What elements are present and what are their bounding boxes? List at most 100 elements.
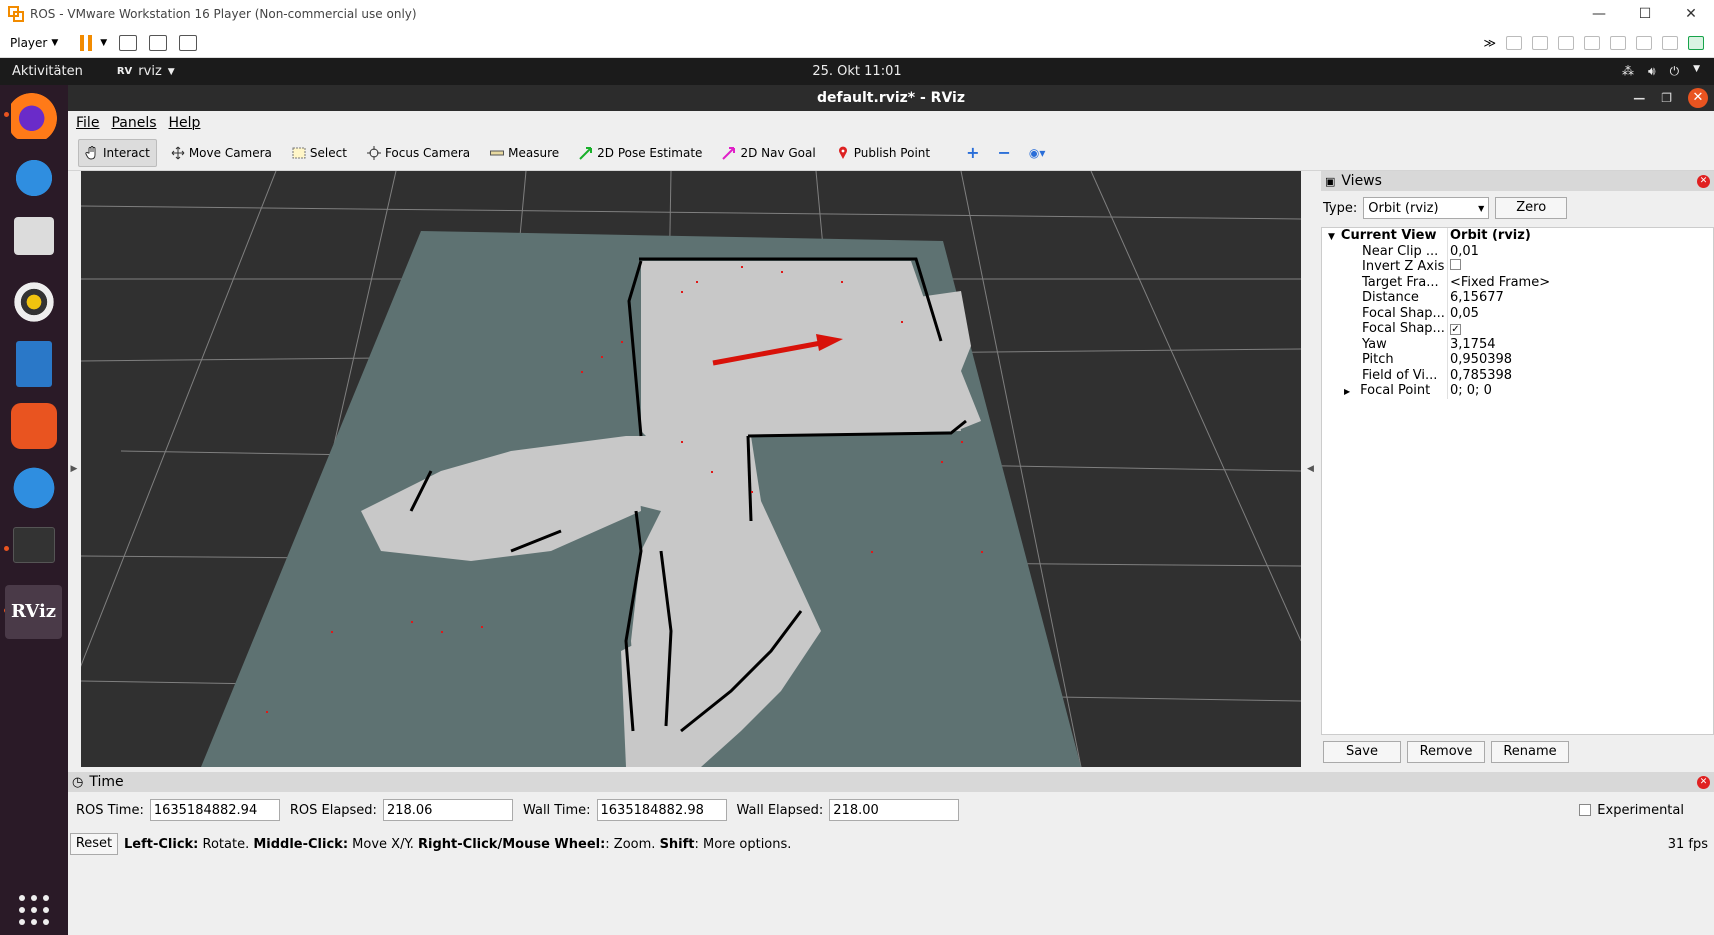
property-row[interactable]: Invert Z Axis (1322, 259, 1713, 275)
rviz-window: default.rviz* - RViz — ❐ ✕ File Panels H… (68, 85, 1714, 935)
wall-time-field[interactable] (596, 799, 727, 821)
show-applications-icon[interactable] (19, 895, 49, 925)
3d-scene[interactable] (81, 171, 1301, 767)
chevron-down-icon[interactable]: ▼ (1693, 64, 1700, 79)
menu-help[interactable]: Help (169, 115, 201, 131)
property-row[interactable]: Near Clip ... 0,01 (1322, 243, 1713, 259)
save-button[interactable]: Save (1323, 741, 1401, 763)
collapse-icon[interactable]: ▼ (1328, 232, 1335, 242)
render-viewport[interactable] (81, 171, 1301, 767)
power-icon[interactable]: ⏻ (1670, 64, 1680, 79)
target-frame-value[interactable]: <Fixed Frame> (1447, 274, 1550, 290)
activities-button[interactable]: Aktivitäten (12, 64, 83, 79)
right-dock-handle[interactable]: ◀ (1302, 171, 1319, 767)
focal-shape-size-value[interactable]: 0,05 (1447, 305, 1479, 321)
files-icon[interactable] (14, 217, 54, 255)
experimental-checkbox[interactable] (1579, 804, 1592, 816)
close-button[interactable]: ✕ (1668, 6, 1714, 22)
focus-camera-tool[interactable]: Focus Camera (361, 139, 476, 167)
send-ctrl-alt-del-icon[interactable] (119, 34, 138, 51)
menu-panels[interactable]: Panels (111, 115, 156, 131)
display-icon[interactable] (1662, 35, 1678, 50)
volume-icon[interactable]: 🔊︎ (1648, 64, 1656, 79)
invert-z-checkbox[interactable] (1450, 259, 1461, 270)
menu-file[interactable]: File (76, 115, 99, 131)
tool-properties-icon[interactable]: ◉▾ (1029, 146, 1046, 160)
focus-camera-icon (366, 145, 381, 160)
remove-tool-icon[interactable]: − (998, 143, 1011, 162)
property-row[interactable]: Focal Shap... 0,05 (1322, 305, 1713, 321)
reset-button[interactable]: Reset (70, 833, 118, 855)
close-icon[interactable]: ✕ (1697, 174, 1710, 188)
firefox-icon[interactable] (11, 93, 57, 139)
sound-icon[interactable] (1636, 35, 1652, 50)
unity-icon[interactable] (179, 34, 198, 51)
cd-icon[interactable] (1532, 35, 1548, 50)
nav-goal-tool[interactable]: 2D Nav Goal (716, 139, 821, 167)
fullscreen-icon[interactable] (149, 34, 168, 51)
hint-right-click: Right-Click/Mouse Wheel: (418, 836, 606, 852)
more-icon[interactable]: ≫ (1483, 36, 1496, 50)
writer-icon[interactable] (16, 341, 52, 387)
pause-icon[interactable] (80, 34, 93, 51)
field-of-view-value[interactable]: 0,785398 (1447, 367, 1512, 383)
help-icon[interactable] (11, 465, 57, 511)
network-icon[interactable]: ⁂ (1622, 64, 1634, 79)
property-row[interactable]: Field of Vi... 0,785398 (1322, 367, 1713, 383)
terminal-icon[interactable] (13, 527, 55, 563)
hard-disk-icon[interactable] (1506, 35, 1522, 50)
current-view-row[interactable]: ▼ Current View Orbit (rviz) (1322, 228, 1713, 244)
add-tool-icon[interactable]: + (966, 143, 979, 162)
rhythmbox-icon[interactable] (11, 279, 57, 325)
chevron-down-icon[interactable]: ▼ (100, 38, 107, 48)
clock-icon: ◷ (72, 774, 84, 790)
software-center-icon[interactable] (11, 403, 57, 449)
property-row[interactable]: Distance 6,15677 (1322, 290, 1713, 306)
rviz-dock-icon[interactable]: RViz (5, 585, 62, 639)
ros-elapsed-field[interactable] (382, 799, 513, 821)
rename-button[interactable]: Rename (1491, 741, 1569, 763)
property-row[interactable]: Yaw 3,1754 (1322, 336, 1713, 352)
distance-value[interactable]: 6,15677 (1447, 290, 1504, 306)
left-dock-handle[interactable]: ▶ (68, 171, 80, 767)
ros-time-field[interactable] (149, 799, 280, 821)
close-button[interactable]: ✕ (1688, 88, 1708, 108)
zero-button[interactable]: Zero (1495, 197, 1568, 219)
clock[interactable]: 25. Okt 11:01 (0, 64, 1714, 79)
select-icon (292, 147, 306, 158)
experimental-option[interactable]: Experimental (1579, 803, 1684, 818)
window-title: default.rviz* - RViz (816, 90, 965, 106)
player-menu[interactable]: Player ▼ (10, 36, 58, 50)
property-row[interactable]: Focal Shap... ✓ (1322, 321, 1713, 337)
interact-tool[interactable]: Interact (78, 138, 157, 167)
move-camera-tool[interactable]: Move Camera (165, 139, 278, 167)
publish-point-tool[interactable]: Publish Point (830, 139, 936, 167)
property-row[interactable]: Pitch 0,950398 (1322, 352, 1713, 368)
wall-elapsed-field[interactable] (829, 799, 960, 821)
yaw-value[interactable]: 3,1754 (1447, 336, 1496, 352)
pitch-value[interactable]: 0,950398 (1447, 352, 1512, 368)
view-type-select[interactable]: Orbit (rviz) ▼ (1363, 197, 1490, 219)
near-clip-value[interactable]: 0,01 (1447, 243, 1479, 259)
focal-shape-fixed-checkbox[interactable]: ✓ (1450, 324, 1461, 335)
network-icon[interactable] (1558, 35, 1574, 50)
usb-icon[interactable] (1610, 35, 1626, 50)
remove-button[interactable]: Remove (1407, 741, 1485, 763)
minimize-button[interactable]: — (1576, 6, 1622, 22)
minimize-button[interactable]: — (1633, 91, 1645, 105)
thunderbird-icon[interactable] (11, 155, 57, 201)
property-row[interactable]: Target Fra... <Fixed Frame> (1322, 274, 1713, 290)
message-icon[interactable] (1688, 35, 1704, 50)
hint-rotate: Rotate. (198, 836, 254, 852)
measure-tool[interactable]: Measure (484, 139, 565, 167)
printer-icon[interactable] (1584, 35, 1600, 50)
focal-point-value[interactable]: 0; 0; 0 (1447, 383, 1492, 399)
select-tool[interactable]: Select (286, 139, 353, 167)
maximize-button[interactable]: ❐ (1661, 91, 1672, 105)
app-menu[interactable]: RV rviz ▼ (117, 64, 175, 79)
maximize-button[interactable]: ☐ (1622, 6, 1668, 22)
expand-icon[interactable]: ▶ (1344, 387, 1350, 396)
pose-estimate-tool[interactable]: 2D Pose Estimate (573, 139, 708, 167)
close-icon[interactable]: ✕ (1697, 775, 1710, 789)
property-row[interactable]: ▶ Focal Point 0; 0; 0 (1322, 383, 1713, 399)
